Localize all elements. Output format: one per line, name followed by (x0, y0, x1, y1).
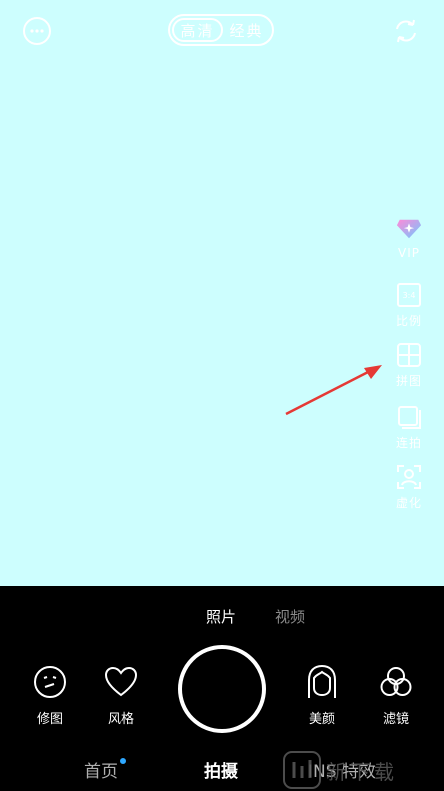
camera-viewfinder[interactable] (0, 0, 444, 586)
beauty-tool-label: 美颜 (308, 712, 335, 727)
filter-tool-label: 滤镜 (382, 712, 409, 727)
vip-tool[interactable]: VIP (394, 216, 424, 260)
edit-face-icon (32, 664, 68, 700)
watermark-text: 新下载 (326, 759, 398, 784)
burst-tool-label: 连拍 (395, 436, 422, 450)
vip-diamond-icon (396, 216, 422, 242)
beauty-face-icon (304, 664, 340, 700)
collage-icon (396, 342, 422, 368)
style-tool-label: 风格 (107, 712, 134, 727)
collage-tool[interactable]: 拼图 (394, 342, 424, 389)
beauty-tool-button[interactable]: 美颜 (294, 664, 350, 727)
watermark-logo-icon (283, 751, 321, 789)
annotation-arrow-icon (285, 365, 382, 416)
bottom-panel: 照片 视频 修图 风格 美颜 滤镜 首页 拍摄 INS 特效 新下载 (0, 586, 444, 791)
quality-option-hd[interactable]: 高清 (172, 18, 223, 42)
mode-tab-photo[interactable]: 照片 (206, 606, 236, 627)
more-icon (23, 17, 51, 45)
burst-icon (396, 404, 422, 430)
style-tool-button[interactable]: 风格 (93, 664, 149, 727)
shutter-button[interactable] (178, 645, 266, 733)
notification-dot (120, 758, 126, 764)
filter-tool-button[interactable]: 滤镜 (368, 664, 424, 727)
edit-tool-label: 修图 (36, 712, 63, 727)
quality-toggle[interactable]: 高清 经典 (168, 14, 274, 46)
filter-circles-icon (378, 664, 414, 700)
heart-icon (103, 664, 139, 700)
ratio-tool-label: 比例 (395, 314, 422, 328)
switch-camera-icon (396, 19, 416, 43)
blur-tool[interactable]: 虚化 (394, 464, 424, 511)
ratio-icon: 3:4 (396, 282, 422, 308)
mode-tab-video[interactable]: 视频 (275, 606, 305, 627)
edit-tool-button[interactable]: 修图 (22, 664, 78, 727)
quality-option-classic[interactable]: 经典 (223, 18, 270, 42)
site-watermark: 新下载 (282, 750, 398, 790)
nav-tab-shoot[interactable]: 拍摄 (204, 757, 238, 782)
nav-tab-home[interactable]: 首页 (84, 757, 118, 782)
burst-tool[interactable]: 连拍 (394, 404, 424, 451)
vip-tool-label: VIP (398, 246, 420, 260)
ratio-tool[interactable]: 3:4 比例 (394, 282, 424, 329)
more-button[interactable] (22, 16, 52, 46)
switch-camera-button[interactable] (391, 16, 421, 46)
svg-text:3:4: 3:4 (403, 291, 416, 300)
blur-icon (396, 464, 422, 490)
blur-tool-label: 虚化 (395, 496, 422, 510)
collage-tool-label: 拼图 (395, 374, 422, 388)
